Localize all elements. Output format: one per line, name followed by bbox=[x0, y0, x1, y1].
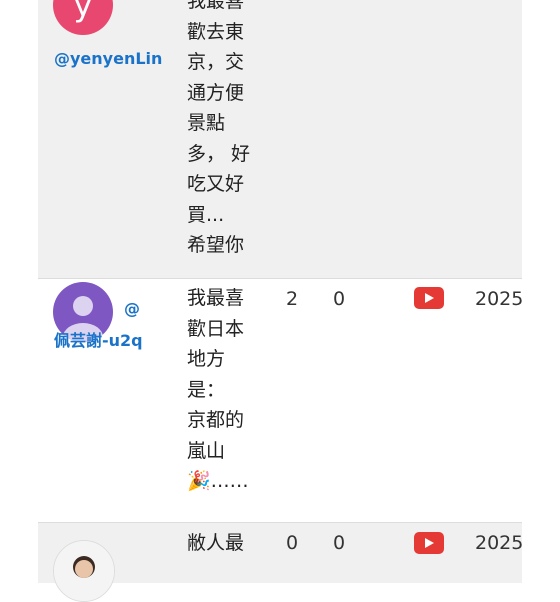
date-text: 2025 bbox=[475, 532, 524, 554]
comment-line: 京都的 bbox=[187, 409, 245, 431]
date-text: 2025 bbox=[475, 288, 524, 310]
comment-line: 我最喜 bbox=[187, 287, 245, 309]
comment-line: 地方 bbox=[187, 348, 226, 370]
comment-line: 希望你 bbox=[187, 234, 245, 256]
comment-line: 敝人最 bbox=[187, 532, 245, 554]
comment-text[interactable]: 敝人最 bbox=[187, 528, 255, 559]
reply-count: 0 bbox=[333, 0, 345, 3]
author-handle-line: @ bbox=[124, 299, 140, 318]
table-row: y @yenyenLin 我最喜 歡去東 京，交 通方便 景點 多， 好 吃又好… bbox=[38, 0, 523, 278]
comment-line: 嵐山 bbox=[187, 439, 226, 462]
comment-line: 吃又好 bbox=[187, 173, 245, 195]
user-photo-icon bbox=[54, 541, 114, 601]
date-text: 2025 bbox=[475, 0, 523, 3]
like-count: 1 bbox=[286, 0, 298, 3]
table-row: 敝人最 0 0 2025 bbox=[38, 522, 524, 602]
comment-line: 景點 bbox=[187, 112, 226, 134]
comment-text[interactable]: 我最喜 歡日本 地方 是： 京都的 嵐山 🎉…… bbox=[187, 283, 255, 497]
comment-line: 多， 好 bbox=[187, 142, 251, 165]
youtube-icon[interactable] bbox=[414, 287, 444, 309]
like-count: 2 bbox=[286, 288, 299, 310]
like-count: 0 bbox=[286, 532, 299, 554]
avatar[interactable] bbox=[53, 540, 115, 602]
youtube-icon[interactable] bbox=[414, 532, 444, 554]
table-row: @ 佩芸謝-u2q 我最喜 歡日本 地方 是： 京都的 嵐山 🎉…… 2 0 2… bbox=[38, 278, 524, 523]
author-handle-line: 佩芸謝-u2q bbox=[54, 331, 143, 350]
comment-line: 歡日本 bbox=[187, 317, 245, 340]
avatar-letter: y bbox=[73, 0, 93, 24]
comment-line: 我最喜 bbox=[187, 0, 245, 12]
comment-line: 🎉…… bbox=[187, 470, 249, 492]
author-handle[interactable]: @ 佩芸謝-u2q bbox=[54, 298, 143, 352]
reply-count: 0 bbox=[333, 288, 346, 310]
author-handle[interactable]: @yenyenLin bbox=[54, 48, 162, 70]
comment-line: 京，交 bbox=[187, 51, 245, 73]
comment-text[interactable]: 我最喜 歡去東 京，交 通方便 景點 多， 好 吃又好 買... 希望你 bbox=[187, 0, 255, 261]
comment-line: 是： bbox=[187, 378, 226, 401]
reply-count: 0 bbox=[333, 532, 346, 554]
comment-line: 通方便 bbox=[187, 81, 245, 104]
comment-line: 買... bbox=[187, 203, 225, 226]
avatar[interactable]: y bbox=[53, 0, 113, 35]
comment-line: 歡去東 bbox=[187, 20, 245, 43]
